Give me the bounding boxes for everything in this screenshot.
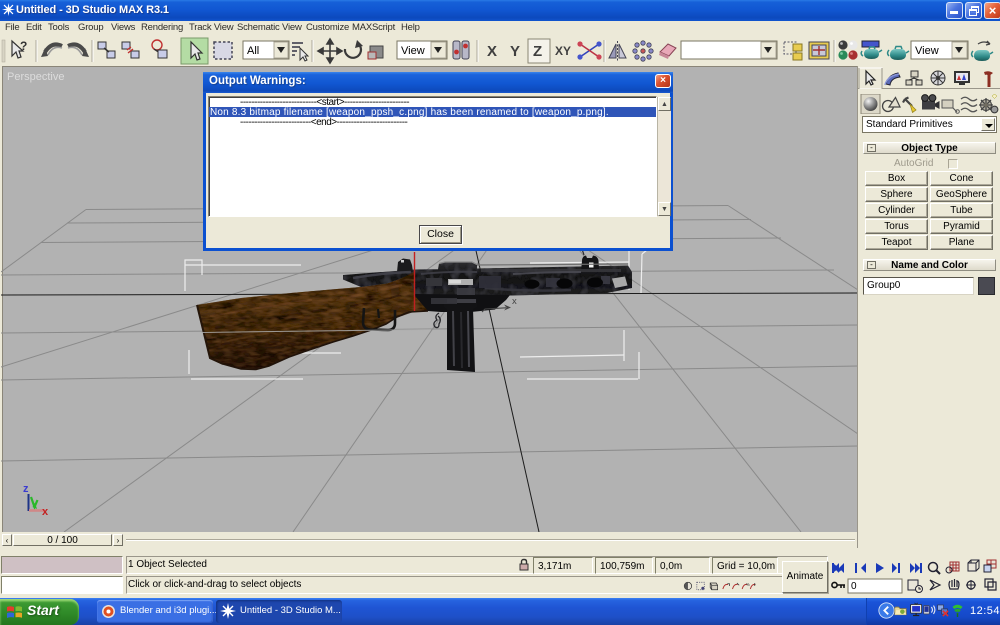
svg-text:View: View [915,45,939,57]
svg-text:View: View [401,45,425,57]
svg-text:x: x [42,506,49,518]
svg-text:X: X [487,43,497,60]
svg-text:?: ? [20,39,27,53]
svg-text:x: x [512,296,517,307]
svg-text:XY: XY [555,44,571,58]
svg-text:z: z [23,483,29,495]
svg-text:All: All [247,45,259,57]
svg-text:Perspective: Perspective [7,71,64,83]
svg-text:y: y [411,280,416,290]
svg-text:0: 0 [851,581,857,592]
svg-text:%: % [746,582,750,587]
svg-text:Y: Y [510,43,520,60]
svg-text:Z: Z [533,43,542,60]
